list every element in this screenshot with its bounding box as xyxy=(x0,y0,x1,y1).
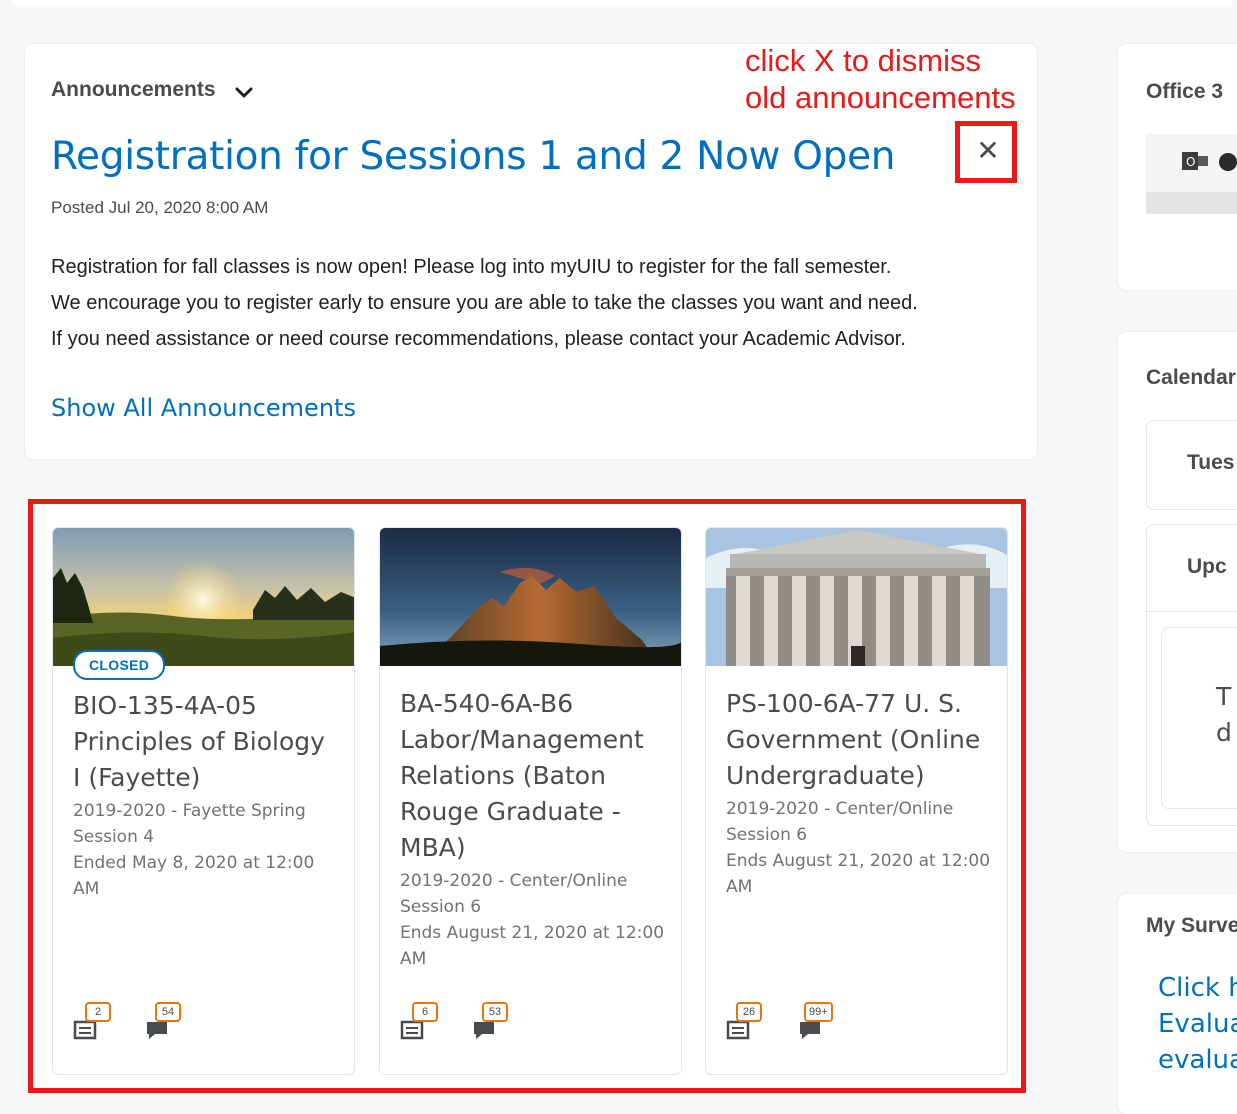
course-card[interactable]: BA-540-6A-B6 Labor/Management Relations … xyxy=(379,527,682,1075)
course-dates: Ended May 8, 2020 at 12:00 AM xyxy=(73,853,315,899)
calendar-upcoming-box: Upc T d xyxy=(1146,524,1237,826)
surveys-widget: My Surve Click h Evalua evalua xyxy=(1118,894,1237,1114)
course-dates: Ends August 21, 2020 at 12:00 AM xyxy=(400,923,665,969)
close-icon[interactable]: ✕ xyxy=(975,137,1001,165)
announcement-posted-date: Posted Jul 20, 2020 8:00 AM xyxy=(51,198,269,217)
surveys-link-line-2[interactable]: Evalua xyxy=(1158,1006,1237,1042)
announcement-body: Registration for fall classes is now ope… xyxy=(51,249,1011,357)
surveys-title: My Surve xyxy=(1146,914,1237,937)
surveys-link-line-1[interactable]: Click h xyxy=(1158,970,1237,1006)
course-dates: Ends August 21, 2020 at 12:00 AM xyxy=(726,851,991,897)
calendar-empty-text-2: d xyxy=(1216,718,1232,747)
course-name[interactable]: BIO-135-4A-05 Principles of Biology I (F… xyxy=(73,688,338,796)
course-notification-badges: 6 53 xyxy=(400,1000,660,1048)
calendar-day-box[interactable]: Tues xyxy=(1146,420,1237,510)
office365-widget: Office 3 O xyxy=(1118,44,1237,290)
chevron-down-icon[interactable] xyxy=(233,82,255,104)
calendar-empty-text-1: T xyxy=(1216,682,1232,711)
course-closed-badge: CLOSED xyxy=(73,650,166,680)
calendar-upcoming-label: Upc xyxy=(1187,555,1227,578)
announcement-body-line: Registration for fall classes is now ope… xyxy=(51,256,892,278)
surveys-link-line-3[interactable]: evalua xyxy=(1158,1042,1237,1078)
course-notification-badges: 26 99+ xyxy=(726,1000,986,1048)
course-image-mountain[interactable] xyxy=(380,528,681,666)
discussions-notification[interactable]: 53 xyxy=(472,1000,516,1044)
course-image-field-sunrise[interactable] xyxy=(53,528,354,666)
divider xyxy=(1147,611,1237,612)
course-card[interactable]: PS-100-6A-77 U. S. Government (Online Un… xyxy=(705,527,1008,1075)
announcement-body-line: We encourage you to register early to en… xyxy=(51,292,918,314)
discussions-notification[interactable]: 54 xyxy=(145,1000,189,1044)
dismiss-highlight-box: ✕ xyxy=(955,121,1017,183)
course-notification-badges: 2 54 xyxy=(73,1000,333,1048)
course-image-columns-building[interactable] xyxy=(706,528,1007,666)
assignments-notification[interactable]: 6 xyxy=(400,1000,444,1044)
discussions-count: 53 xyxy=(482,1002,508,1022)
announcements-widget: Announcements click X to dismiss old ann… xyxy=(25,42,1037,459)
discussions-notification[interactable]: 99+ xyxy=(798,1000,842,1044)
assignments-notification[interactable]: 2 xyxy=(73,1000,117,1044)
course-card[interactable]: CLOSED BIO-135-4A-05 Principles of Biolo… xyxy=(52,527,355,1075)
assignments-notification[interactable]: 26 xyxy=(726,1000,770,1044)
course-term: 2019-2020 - Center/Online Session 6 xyxy=(400,871,628,917)
course-term: 2019-2020 - Fayette Spring Session 4 xyxy=(73,801,306,847)
annotation-note-line-2: old announcements xyxy=(745,80,1016,115)
discussions-count: 99+ xyxy=(804,1002,833,1022)
calendar-title: Calendar xyxy=(1146,366,1236,389)
office365-footer-bar xyxy=(1146,192,1237,214)
annotation-note: click X to dismiss old announcements xyxy=(745,42,1016,116)
assignments-count: 2 xyxy=(85,1002,111,1022)
assignments-count: 6 xyxy=(412,1002,438,1022)
announcement-body-line: If you need assistance or need course re… xyxy=(51,328,906,350)
assignments-count: 26 xyxy=(736,1002,762,1022)
calendar-day-label: Tues xyxy=(1187,451,1235,474)
calendar-empty-state: T d xyxy=(1161,627,1237,809)
course-term: 2019-2020 - Center/Online Session 6 xyxy=(726,799,954,845)
calendar-widget: Calendar Tues Upc T d xyxy=(1118,332,1237,852)
annotation-note-line-1: click X to dismiss xyxy=(745,43,981,78)
discussions-count: 54 xyxy=(155,1002,181,1022)
announcements-widget-title: Announcements xyxy=(51,78,216,101)
course-name[interactable]: BA-540-6A-B6 Labor/Management Relations … xyxy=(400,686,665,866)
svg-text:O: O xyxy=(1186,155,1195,169)
top-strip xyxy=(12,0,1232,6)
outlook-icon: O xyxy=(1182,152,1237,171)
show-all-announcements-link[interactable]: Show All Announcements xyxy=(51,394,356,422)
announcement-title[interactable]: Registration for Sessions 1 and 2 Now Op… xyxy=(51,134,896,179)
office365-title: Office 3 xyxy=(1146,80,1224,103)
course-name[interactable]: PS-100-6A-77 U. S. Government (Online Un… xyxy=(726,686,991,794)
